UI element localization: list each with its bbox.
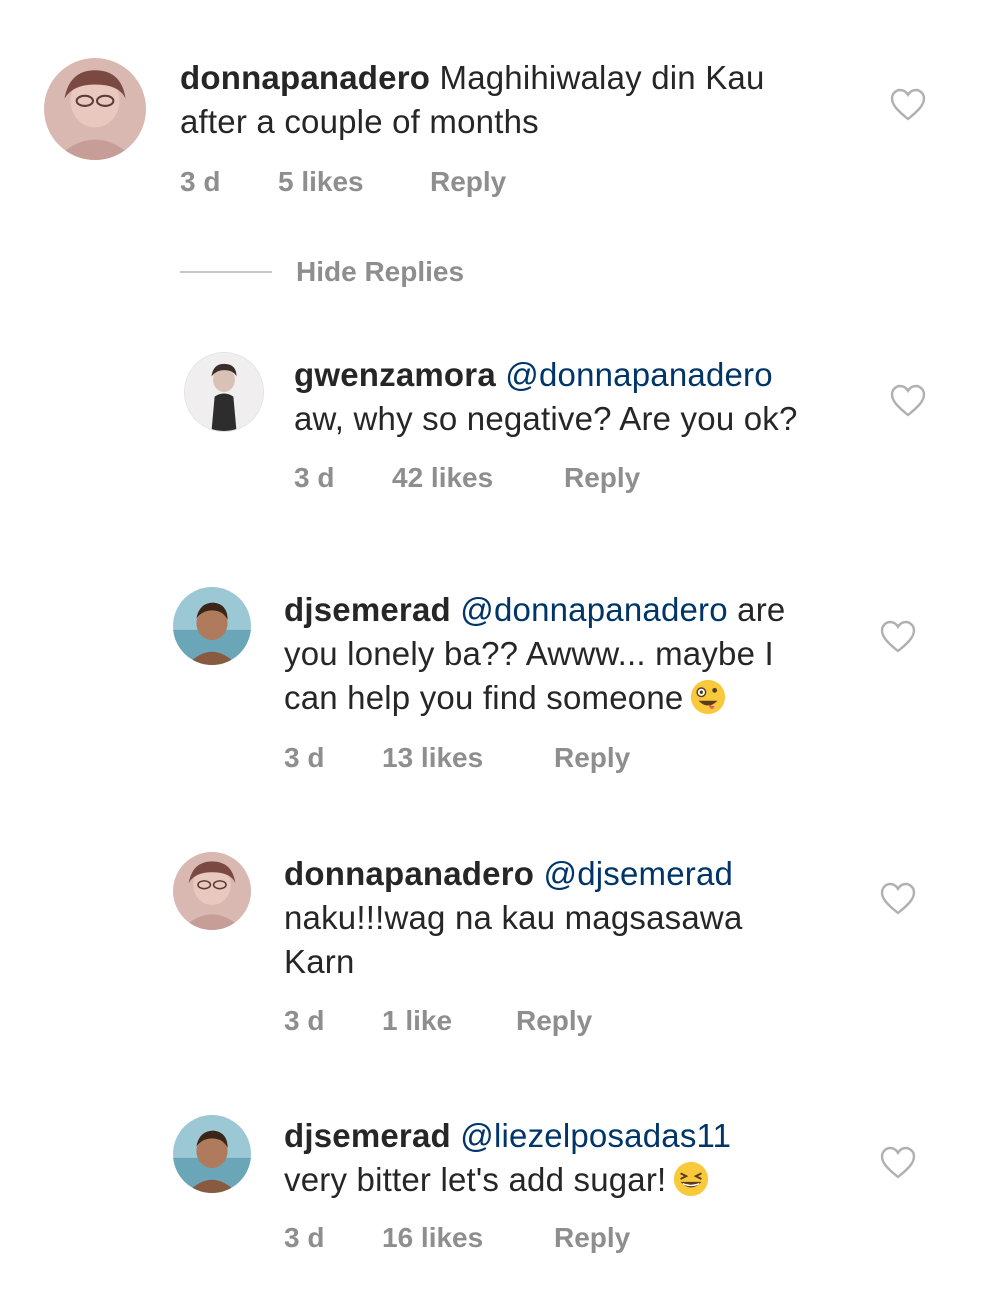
heart-outline-icon[interactable]	[890, 88, 926, 122]
comment-body: donnapanadero Maghihiwalay din Kau after…	[180, 56, 765, 144]
avatar[interactable]	[173, 587, 251, 665]
mention-link[interactable]: @donnapanadero	[460, 591, 728, 628]
comment-text-line: aw, why so negative? Are you ok?	[294, 400, 798, 437]
comment-time: 3 d	[284, 742, 325, 773]
comment-meta: 3 d 13 likes Reply	[284, 742, 630, 774]
crazy-face-emoji	[689, 678, 727, 716]
comment-body: donnapanadero @djsemerad naku!!!wag na k…	[284, 852, 743, 984]
comment-time: 3 d	[294, 462, 335, 493]
comment-text-line: after a couple of months	[180, 103, 539, 140]
comment-likes[interactable]: 1 like	[382, 1005, 516, 1037]
mention-link[interactable]: @liezelposadas11	[460, 1117, 731, 1154]
comment-body: djsemerad @liezelposadas11 very bitter l…	[284, 1114, 731, 1202]
mention-link[interactable]: @donnapanadero	[505, 356, 773, 393]
grinning-squinting-emoji	[672, 1160, 710, 1198]
comment-username[interactable]: djsemerad	[284, 591, 451, 628]
comment-meta: 3 d 1 like Reply	[284, 1005, 592, 1037]
divider	[180, 271, 272, 273]
comment-body: djsemerad @donnapanadero are you lonely …	[284, 588, 785, 720]
comment-body: gwenzamora @donnapanadero aw, why so neg…	[294, 353, 798, 441]
comment-time: 3 d	[180, 166, 221, 197]
heart-outline-icon[interactable]	[890, 384, 926, 418]
comment-meta: 3 d 5 likes Reply	[180, 166, 506, 198]
comment-text-line: can help you find someone	[284, 679, 684, 716]
avatar[interactable]	[173, 852, 251, 930]
hide-replies-toggle[interactable]: Hide Replies	[180, 256, 464, 288]
comment-username[interactable]: gwenzamora	[294, 356, 496, 393]
reply-button[interactable]: Reply	[554, 742, 630, 774]
comment-text-line: naku!!!wag na kau magsasawa	[284, 899, 743, 936]
comment-time: 3 d	[284, 1222, 325, 1253]
comment-username[interactable]: donnapanadero	[284, 855, 534, 892]
comment-likes[interactable]: 13 likes	[382, 742, 554, 774]
mention-link[interactable]: @djsemerad	[544, 855, 734, 892]
comment-meta: 3 d 16 likes Reply	[284, 1222, 630, 1254]
heart-outline-icon[interactable]	[880, 1146, 916, 1180]
comment-likes[interactable]: 16 likes	[382, 1222, 554, 1254]
comment-text-line: Maghihiwalay din Kau	[439, 59, 765, 96]
comments-thread: donnapanadero Maghihiwalay din Kau after…	[0, 0, 1000, 1310]
comment-username[interactable]: donnapanadero	[180, 59, 430, 96]
comment-likes[interactable]: 42 likes	[392, 462, 564, 494]
avatar[interactable]	[184, 352, 264, 432]
reply-button[interactable]: Reply	[564, 462, 640, 494]
comment-likes[interactable]: 5 likes	[278, 166, 430, 198]
avatar[interactable]	[173, 1115, 251, 1193]
comment-time: 3 d	[284, 1005, 325, 1036]
reply-button[interactable]: Reply	[430, 166, 506, 198]
hide-replies-label[interactable]: Hide Replies	[296, 256, 464, 288]
comment-text-line: you lonely ba?? Awww... maybe I	[284, 635, 774, 672]
reply-button[interactable]: Reply	[516, 1005, 592, 1037]
reply-button[interactable]: Reply	[554, 1222, 630, 1254]
heart-outline-icon[interactable]	[880, 620, 916, 654]
comment-text-line: are	[737, 591, 786, 628]
comment-text-line: very bitter let's add sugar!	[284, 1161, 667, 1198]
avatar[interactable]	[44, 58, 146, 160]
comment-username[interactable]: djsemerad	[284, 1117, 451, 1154]
heart-outline-icon[interactable]	[880, 882, 916, 916]
comment-meta: 3 d 42 likes Reply	[294, 462, 640, 494]
comment-text-line: Karn	[284, 943, 355, 980]
